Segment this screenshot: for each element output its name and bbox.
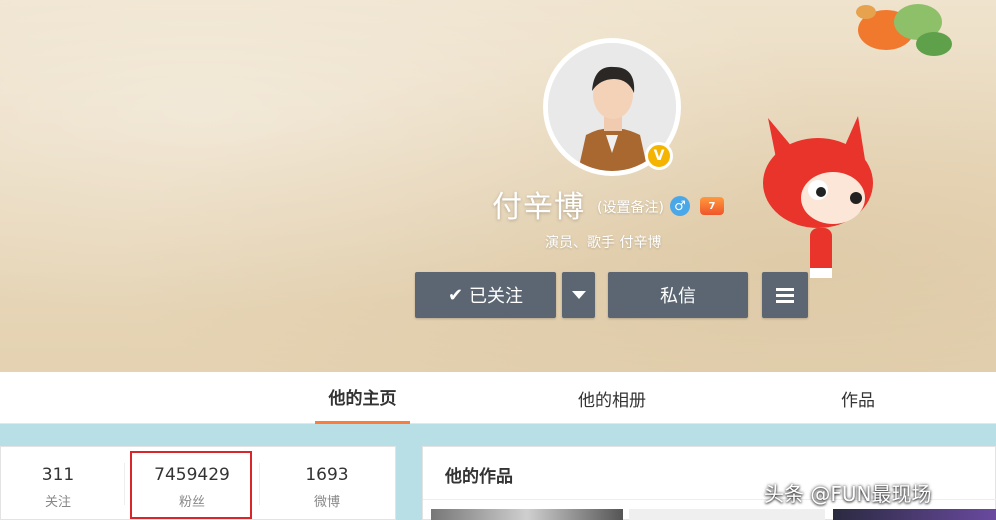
tab-home[interactable]: 他的主页 <box>315 372 410 424</box>
stat-posts[interactable]: 1693 微博 <box>277 447 377 520</box>
fox-mascot-icon <box>763 116 873 278</box>
following-label: 关注 <box>44 495 71 510</box>
followed-button[interactable]: ✔ 已关注 <box>415 272 556 318</box>
vip-level-icon[interactable]: 7 <box>699 197 724 215</box>
caret-down-icon <box>571 291 586 299</box>
male-gender-icon: ♂ <box>669 196 690 216</box>
tab-album[interactable]: 他的相册 <box>560 372 664 424</box>
work-thumbnail[interactable] <box>431 509 623 520</box>
work-thumbnail[interactable] <box>629 509 825 520</box>
message-button[interactable]: 私信 <box>608 272 748 318</box>
more-menu-button[interactable] <box>762 272 808 318</box>
posts-count: 1693 <box>305 465 349 485</box>
work-thumbnail[interactable] <box>833 509 996 520</box>
stats-card: 311 关注 7459429 粉丝 1693 微博 <box>0 446 396 520</box>
following-count: 311 <box>41 465 75 485</box>
posts-label: 微博 <box>313 495 340 510</box>
leaf-decoration-icon <box>856 4 952 56</box>
stat-divider <box>124 463 125 505</box>
works-title: 他的作品 <box>445 467 513 487</box>
stat-divider <box>259 463 260 505</box>
stat-fans[interactable]: 7459429 粉丝 <box>133 447 251 520</box>
followed-label: 已关注 <box>469 286 524 307</box>
watermark: 头条 @FUN最现场 <box>764 482 932 506</box>
profile-description: 演员、歌手 付辛博 <box>545 235 662 251</box>
message-label: 私信 <box>660 286 696 307</box>
profile-cover: V 付辛博 (设置备注) ♂ 7 演员、歌手 付辛博 ✔ 已关注 私信 <box>0 0 996 372</box>
hamburger-icon <box>776 287 794 303</box>
stat-following[interactable]: 311 关注 <box>21 447 95 520</box>
check-icon: ✔ <box>447 284 464 306</box>
set-remark-link[interactable]: (设置备注) <box>597 197 664 217</box>
tab-works[interactable]: 作品 <box>826 372 890 424</box>
fans-count: 7459429 <box>154 465 230 485</box>
fans-label: 粉丝 <box>178 495 205 510</box>
verified-badge-icon[interactable]: V <box>645 142 673 170</box>
name-row: 付辛博 (设置备注) ♂ 7 <box>492 184 724 225</box>
profile-name: 付辛博 <box>492 190 585 225</box>
profile-tabbar: 他的主页 他的相册 作品 <box>0 372 996 424</box>
follow-options-dropdown[interactable] <box>562 272 595 318</box>
